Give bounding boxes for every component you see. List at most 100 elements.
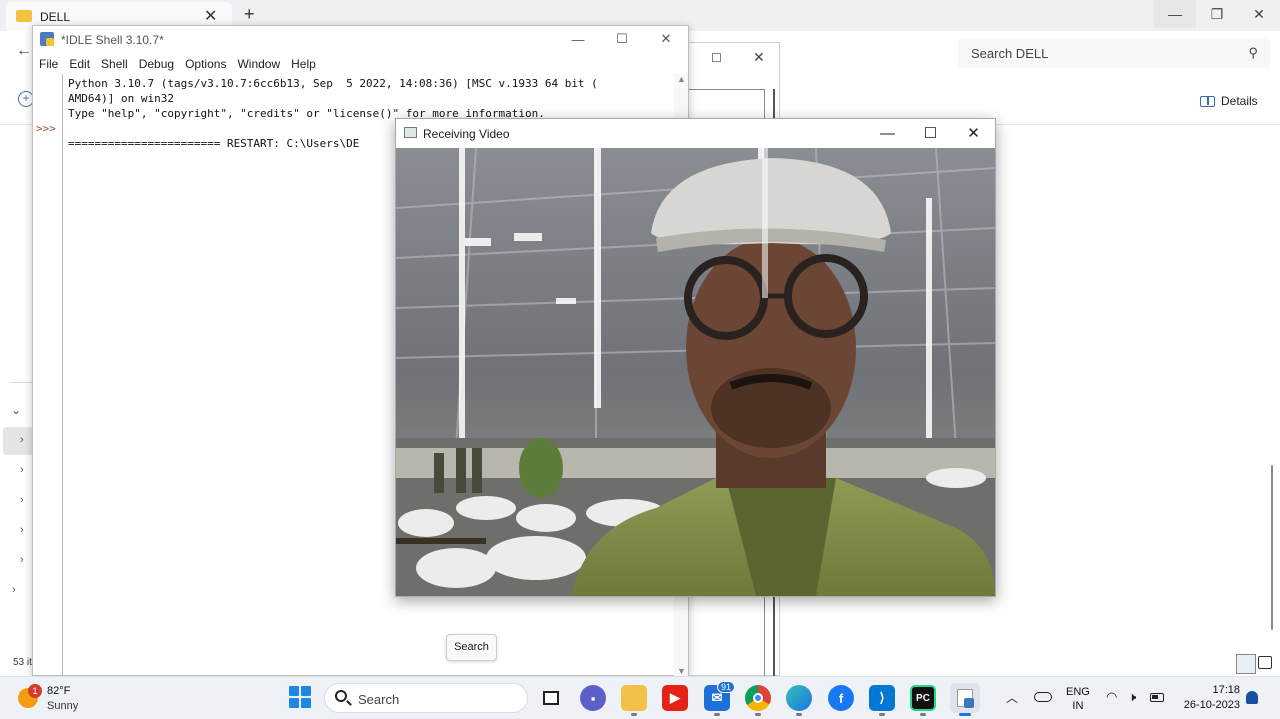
chevron-down-icon[interactable]: ⌄	[11, 403, 21, 417]
details-label: Details	[1221, 94, 1258, 108]
close-button[interactable]: ✕	[952, 119, 995, 147]
maximize-button[interactable]: ☐	[711, 51, 722, 65]
chevron-right-icon[interactable]: ›	[20, 434, 24, 446]
close-button[interactable]: ✕	[1238, 0, 1280, 28]
youtube-icon[interactable]: ▶	[662, 685, 688, 711]
edge-icon[interactable]	[786, 685, 812, 711]
video-title-bar[interactable]: Receiving Video — ☐ ✕	[396, 119, 995, 148]
menu-shell[interactable]: Shell	[101, 57, 128, 72]
window-app-icon	[404, 127, 417, 138]
active-indicator	[959, 713, 971, 716]
task-view-glyph	[543, 691, 559, 705]
python-idle-icon[interactable]	[950, 683, 980, 713]
running-indicator	[755, 713, 761, 716]
start-icon-tile	[289, 686, 299, 696]
explorer-scrollbar[interactable]	[1271, 465, 1273, 630]
close-button[interactable]: ✕	[753, 49, 765, 66]
menu-file[interactable]: File	[39, 57, 58, 72]
weather-condition: Sunny	[47, 700, 79, 712]
explorer-window-controls: — ❐ ✕	[1154, 0, 1280, 30]
weather-temperature: 82°F	[47, 685, 71, 697]
menu-debug[interactable]: Debug	[139, 57, 174, 72]
onedrive-icon[interactable]	[1034, 692, 1052, 702]
video-window-controls: — ☐ ✕	[866, 119, 995, 147]
chevron-right-icon[interactable]: ›	[12, 584, 16, 596]
chevron-right-icon[interactable]: ›	[20, 464, 24, 476]
nav-pane-divider	[10, 382, 32, 383]
new-tab-button[interactable]: +	[244, 4, 255, 25]
details-button[interactable]: Details	[1200, 94, 1258, 108]
shell-line: Python 3.10.7 (tags/v3.10.7:6cc6b13, Sep…	[68, 77, 598, 90]
notification-bell-icon[interactable]	[1246, 691, 1258, 704]
close-tab-icon[interactable]: ✕	[204, 6, 217, 26]
language-indicator[interactable]: ENG IN	[1066, 685, 1090, 713]
clock-date: 26-10-2023	[1183, 699, 1240, 711]
facebook-icon[interactable]: f	[828, 685, 854, 711]
running-indicator	[631, 713, 637, 716]
explorer-search-placeholder: Search DELL	[971, 46, 1049, 61]
receiving-video-window: Receiving Video — ☐ ✕	[395, 118, 996, 597]
scroll-down-icon[interactable]: ▼	[677, 666, 686, 676]
explorer-tab-title: DELL	[40, 10, 71, 24]
chevron-right-icon[interactable]: ›	[20, 524, 24, 536]
menu-help[interactable]: Help	[291, 57, 316, 72]
search-icon	[335, 690, 347, 702]
maximize-button[interactable]: ☐	[909, 119, 952, 147]
details-pane-icon	[1200, 95, 1215, 107]
language-code: ENG	[1066, 686, 1090, 698]
minimize-button[interactable]: —	[556, 26, 600, 52]
window-divider	[689, 89, 765, 90]
weather-badge: 1	[28, 684, 42, 698]
idle-title-bar[interactable]: *IDLE Shell 3.10.7* — ☐ ✕	[33, 26, 688, 54]
wifi-icon[interactable]: ◠	[1106, 689, 1117, 705]
shell-prompt: >>>	[36, 122, 56, 135]
idle-window-title: *IDLE Shell 3.10.7*	[61, 33, 164, 47]
chevron-right-icon[interactable]: ›	[20, 494, 24, 506]
start-icon-tile	[301, 686, 311, 696]
search-icon: ⚲	[1248, 45, 1258, 60]
menu-edit[interactable]: Edit	[69, 57, 90, 72]
file-explorer-icon[interactable]	[621, 685, 647, 711]
video-window-title: Receiving Video	[423, 127, 510, 141]
item-count-status: 53 it	[13, 657, 32, 668]
clock[interactable]: 17:18 26-10-2023	[1178, 683, 1240, 713]
minimize-button[interactable]: —	[866, 119, 909, 147]
weather-widget[interactable]: 1 82°F Sunny	[18, 682, 108, 714]
details-view-icon[interactable]	[1236, 654, 1256, 674]
explorer-search-box[interactable]: Search DELL ⚲	[958, 38, 1270, 68]
tiles-view-icon[interactable]	[1258, 656, 1272, 669]
pycharm-icon[interactable]: PC	[910, 685, 936, 711]
battery-icon[interactable]	[1150, 693, 1164, 702]
scroll-up-icon[interactable]: ▲	[677, 74, 686, 84]
vscode-icon[interactable]: ⟩	[869, 685, 895, 711]
running-indicator	[714, 713, 720, 716]
back-arrow-icon[interactable]: ←	[16, 42, 32, 60]
python-idle-badge	[964, 698, 974, 708]
nav-pane-selected-item[interactable]	[3, 427, 33, 455]
chevron-up-icon[interactable]: ︿	[1006, 689, 1018, 706]
shell-gutter-divider	[62, 74, 63, 676]
chrome-icon[interactable]	[745, 685, 771, 711]
running-indicator	[920, 713, 926, 716]
volume-muted-icon[interactable]: 🕨	[1128, 689, 1136, 705]
start-icon[interactable]	[289, 686, 311, 708]
video-feed	[396, 148, 995, 596]
maximize-button[interactable]: ☐	[600, 26, 644, 52]
chevron-right-icon[interactable]: ›	[20, 554, 24, 566]
chrome-center	[753, 693, 763, 703]
maximize-button[interactable]: ❐	[1196, 0, 1238, 28]
taskbar: 1 82°F Sunny Search ▪ ▶ ✉ 91 f ⟩ PC ︿ EN…	[0, 676, 1280, 719]
running-indicator	[879, 713, 885, 716]
menu-options[interactable]: Options	[185, 57, 226, 72]
task-view-icon[interactable]	[538, 685, 564, 711]
mail-badge: 91	[717, 681, 736, 693]
folder-icon	[16, 10, 32, 22]
idle-menu-bar: File Edit Shell Debug Options Window Hel…	[33, 54, 688, 72]
minimize-button[interactable]: —	[1154, 0, 1196, 28]
teams-icon[interactable]: ▪	[580, 685, 606, 711]
webcam-frame-image	[396, 148, 995, 596]
menu-window[interactable]: Window	[237, 57, 280, 72]
taskbar-search-box[interactable]: Search	[324, 683, 528, 713]
close-button[interactable]: ✕	[644, 26, 688, 52]
clock-time: 17:18	[1212, 684, 1240, 696]
